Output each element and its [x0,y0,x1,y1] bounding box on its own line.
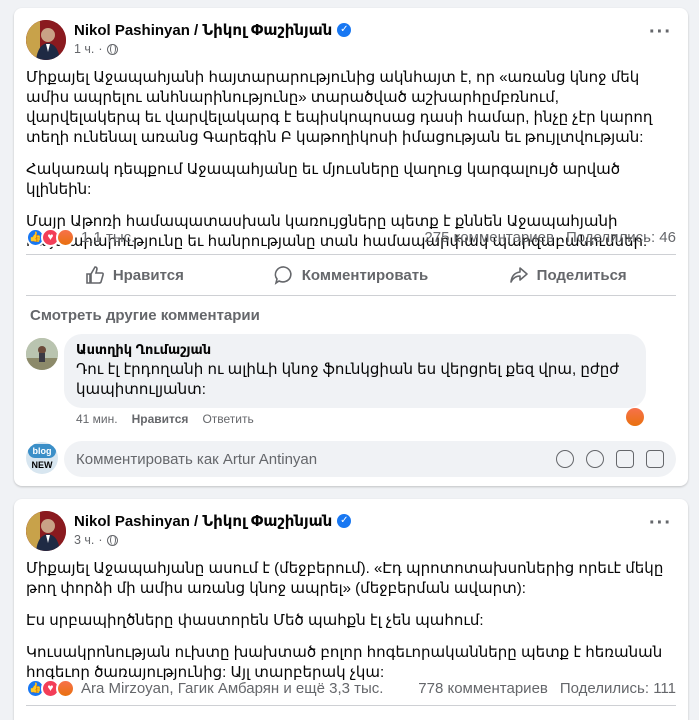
author-avatar[interactable] [26,511,66,551]
post-card: Nikol Pashinyan / Նիկոլ Փաշինյան ✓ 1 ч. … [14,8,688,486]
public-globe-icon [106,43,118,55]
comment-bubble: Աստղիկ Ղումաշյան Դու էլ էրդողանի ու ալիև… [64,334,646,408]
verified-badge-icon: ✓ [337,23,352,37]
comment-icon [274,266,292,285]
author-avatar[interactable] [26,20,66,60]
see-more-comments-link[interactable]: Смотреть другие комментарии [30,307,260,324]
reactions-count[interactable]: 1,1 тыс. [81,229,424,246]
author-name[interactable]: Nikol Pashinyan / Նիկոլ Փաշինյան [74,21,332,39]
post-time[interactable]: 1 ч. [74,42,94,56]
angry-reaction-icon [56,679,75,698]
post-actions: Нравится Комментировать Поделиться [26,257,676,293]
post-meta: 1 ч. · [74,42,118,56]
author-name[interactable]: Nikol Pashinyan / Նիկոլ Փաշինյան [74,512,332,530]
like-label: Нравится [112,266,184,284]
post-author[interactable]: Nikol Pashinyan / Նիկոլ Փաշինյան ✓ [74,512,352,530]
shares-count[interactable]: Поделились: 111 [560,680,676,697]
current-user-avatar: blog NEW [26,442,58,474]
angry-reaction-icon[interactable] [626,408,644,426]
comment-meta: 41 мин. Нравится Ответить [76,412,254,426]
reaction-icons[interactable]: 👍 ♥ [26,228,75,247]
comment-text: Դու էլ էրդողանի ու ալիևի կնոջ ֆունկցիան … [76,361,620,398]
comment-input[interactable]: Комментировать как Artur Antinyan [64,441,676,477]
comment-like-link[interactable]: Нравится [132,412,189,426]
post-time[interactable]: 3 ч. [74,533,94,547]
avatar-sticker-icon[interactable] [556,450,574,468]
thumbs-up-icon [86,266,104,284]
comment-author[interactable]: Աստղիկ Ղումաշյան [76,342,634,358]
commenter-avatar[interactable] [26,338,58,370]
more-options-icon[interactable]: ··· [649,513,672,533]
avatar-label-bottom: NEW [31,460,53,470]
comment-input-placeholder: Комментировать как Artur Antinyan [76,450,318,468]
comments-count[interactable]: 275 комментариев [424,229,554,246]
post-paragraph: Կուսակրոնության ուխտը խախտած բոլոր հոգեւ… [26,644,663,681]
divider [26,254,676,255]
comment-button[interactable]: Комментировать [243,257,460,293]
post-paragraph: Էս սրբապիղծները փաստորեն Մեծ պահքն էլ չե… [26,612,484,629]
divider [26,705,676,706]
comment-time[interactable]: 41 мин. [76,412,118,426]
share-label: Поделиться [536,266,627,284]
comment-reply-link[interactable]: Ответить [202,412,253,426]
angry-reaction-icon [56,228,75,247]
reaction-icons[interactable]: 👍 ♥ [26,679,75,698]
share-button[interactable]: Поделиться [459,257,676,293]
comment-label: Комментировать [301,266,429,284]
more-options-icon[interactable]: ··· [649,22,672,42]
avatar-label-top: blog [28,444,56,458]
post-text: Միքայել Աջապահյանը ասում է (մեջբերում). … [26,559,674,695]
post-card: Nikol Pashinyan / Նիկոլ Փաշինյան ✓ 3 ч. … [14,499,688,720]
post-paragraph: Միքայել Աջապահյանը ասում է (մեջբերում). … [26,560,664,597]
post-meta: 3 ч. · [74,533,118,547]
share-icon [509,267,528,283]
reactions-count[interactable]: Ara Mirzoyan, Гагик Амбарян и ещё 3,3 ты… [81,680,418,697]
emoji-icon[interactable] [586,450,604,468]
post-paragraph: Հակառակ դեպքում Աջապահյանը եւ մյուսները … [26,161,621,198]
post-paragraph: Միքայել Աջապահյանի հայտարարությունից ակն… [26,69,653,146]
post-author[interactable]: Nikol Pashinyan / Նիկոլ Փաշինյան ✓ [74,21,352,39]
sticker-icon[interactable] [646,450,664,468]
reactions-bar: 👍 ♥ Ara Mirzoyan, Гагик Амбарян и ещё 3,… [26,679,676,698]
reactions-bar: 👍 ♥ 1,1 тыс. 275 комментариев Поделились… [26,228,676,247]
verified-badge-icon: ✓ [337,514,352,528]
shares-count[interactable]: Поделились: 46 [566,229,676,246]
divider [26,295,676,296]
public-globe-icon [106,534,118,546]
gif-icon[interactable] [616,450,634,468]
like-button[interactable]: Нравится [26,257,243,293]
comments-count[interactable]: 778 комментариев [418,680,548,697]
